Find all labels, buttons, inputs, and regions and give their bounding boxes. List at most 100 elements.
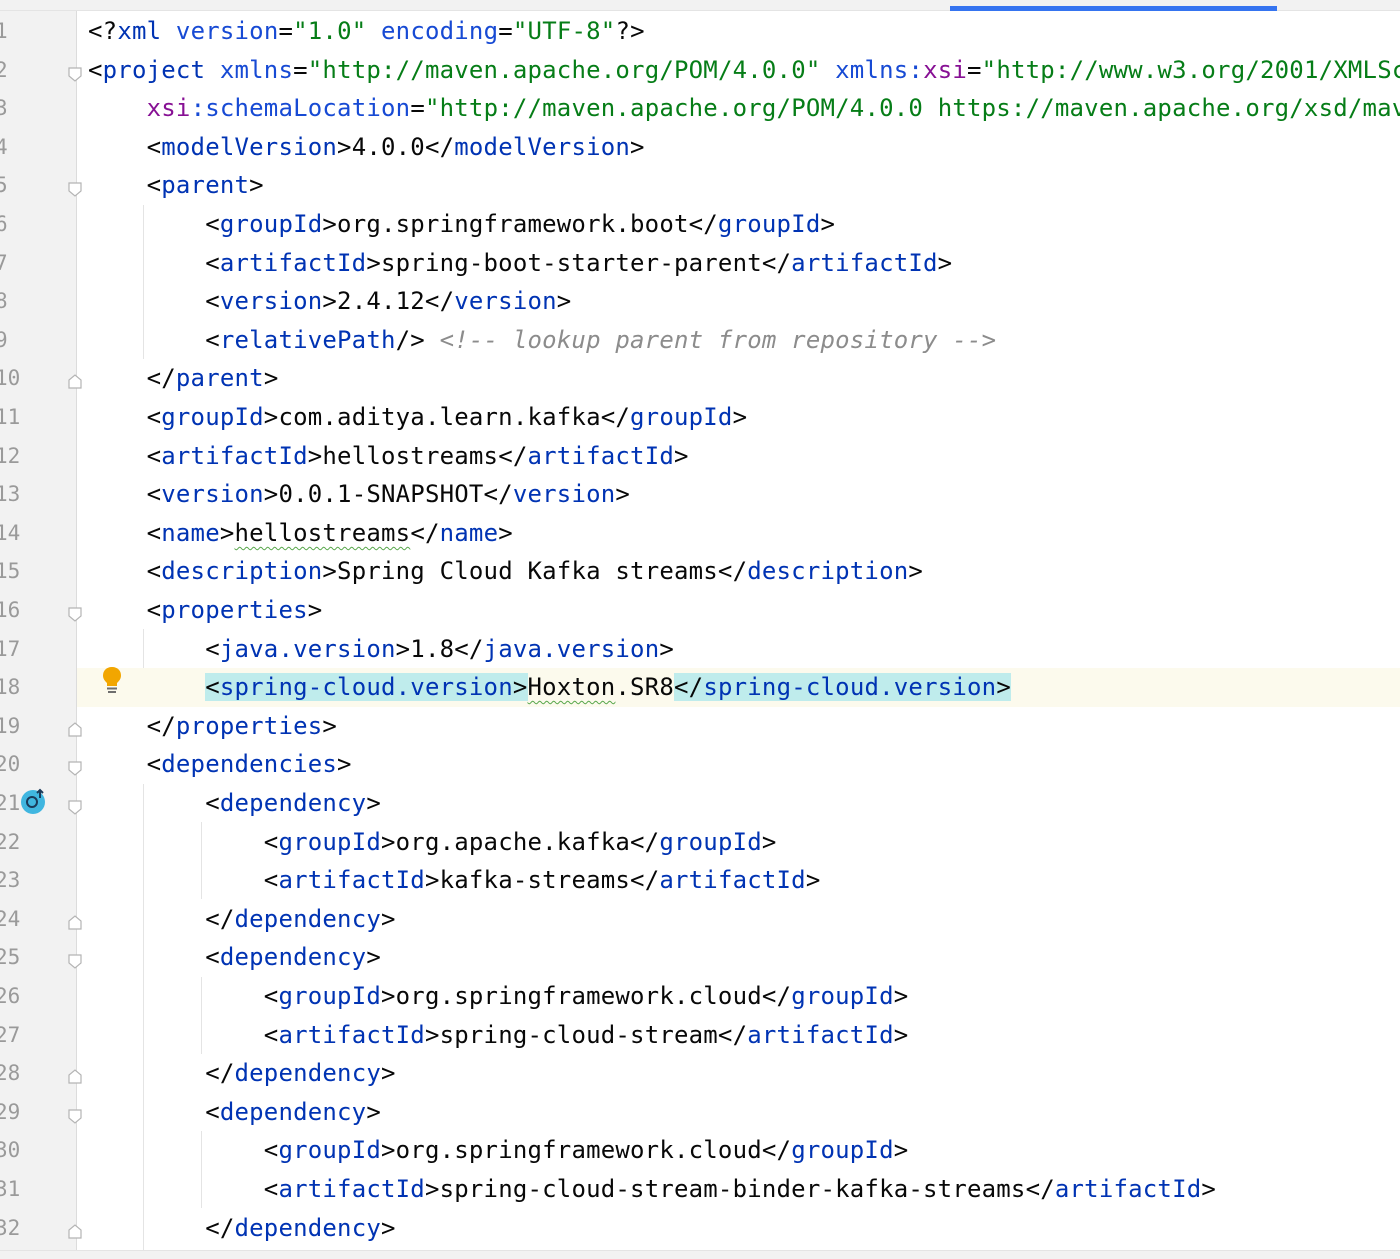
code-text[interactable]: <groupId>com.aditya.learn.kafka</groupId… (88, 398, 747, 437)
fold-end-icon[interactable] (66, 910, 84, 930)
code-line[interactable]: 32 </dependency> (0, 1209, 1400, 1248)
code-text[interactable]: <groupId>org.springframework.cloud</grou… (88, 977, 908, 1016)
code-text[interactable]: <artifactId>kafka-streams</artifactId> (88, 861, 821, 900)
code-line[interactable]: 5 <parent> (0, 166, 1400, 205)
code-text[interactable]: <spring-cloud.version>Hoxton.SR8</spring… (88, 668, 1011, 707)
code-text[interactable]: <artifactId>spring-cloud-stream</artifac… (88, 1016, 908, 1055)
line-number[interactable]: 31 (0, 1170, 20, 1209)
code-text[interactable]: <version>0.0.1-SNAPSHOT</version> (88, 475, 630, 514)
code-text[interactable]: <?xml version="1.0" encoding="UTF-8"?> (88, 12, 645, 51)
code-text[interactable]: <groupId>org.springframework.cloud</grou… (88, 1131, 908, 1170)
code-line[interactable]: 21 <dependency> (0, 784, 1400, 823)
code-text[interactable]: <properties> (88, 591, 323, 630)
fold-end-icon[interactable] (66, 369, 84, 389)
line-number[interactable]: 21 (0, 784, 20, 823)
fold-end-icon[interactable] (66, 1219, 84, 1239)
line-number[interactable]: 13 (0, 475, 20, 514)
code-line[interactable]: 26 <groupId>org.springframework.cloud</g… (0, 977, 1400, 1016)
line-number[interactable]: 28 (0, 1054, 20, 1093)
code-text[interactable]: <description>Spring Cloud Kafka streams<… (88, 552, 923, 591)
code-text[interactable]: <artifactId>hellostreams</artifactId> (88, 437, 689, 476)
code-text[interactable]: </dependency> (88, 1054, 396, 1093)
line-number[interactable]: 9 (0, 321, 15, 360)
code-text[interactable]: <dependency> (88, 784, 381, 823)
code-line[interactable]: 15 <description>Spring Cloud Kafka strea… (0, 552, 1400, 591)
code-text[interactable]: <dependency> (88, 938, 381, 977)
code-line[interactable]: 9 <relativePath/> <!-- lookup parent fro… (0, 321, 1400, 360)
code-text[interactable]: <project xmlns="http://maven.apache.org/… (88, 51, 1400, 90)
xml-code-editor[interactable]: 1 <?xml version="1.0" encoding="UTF-8"?> 2… (0, 0, 1400, 1259)
line-number[interactable]: 17 (0, 630, 20, 669)
code-text[interactable]: </properties> (88, 707, 337, 746)
code-line[interactable]: 3 xsi:schemaLocation="http://maven.apach… (0, 89, 1400, 128)
line-number[interactable]: 22 (0, 823, 20, 862)
code-text[interactable]: <version>2.4.12</version> (88, 282, 571, 321)
code-text[interactable]: <parent> (88, 166, 264, 205)
code-line[interactable]: 8 <version>2.4.12</version> (0, 282, 1400, 321)
line-number[interactable]: 12 (0, 437, 20, 476)
code-line[interactable]: 19 </properties> (0, 707, 1400, 746)
code-line[interactable]: 14 <name>hellostreams</name> (0, 514, 1400, 553)
fold-collapse-icon[interactable] (66, 1103, 84, 1124)
code-text[interactable]: </parent> (88, 359, 279, 398)
code-line[interactable]: 18 <spring-cloud.version>Hoxton.SR8</spr… (0, 668, 1400, 707)
line-number[interactable]: 16 (0, 591, 20, 630)
code-line[interactable]: 25 <dependency> (0, 938, 1400, 977)
code-line[interactable]: 2 <project xmlns="http://maven.apache.org… (0, 51, 1400, 90)
active-tab-indicator[interactable] (950, 6, 1277, 11)
line-number[interactable]: 6 (0, 205, 15, 244)
code-line[interactable]: 13 <version>0.0.1-SNAPSHOT</version> (0, 475, 1400, 514)
code-line[interactable]: 20 <dependencies> (0, 745, 1400, 784)
code-text[interactable]: <name>hellostreams</name> (88, 514, 513, 553)
line-number[interactable]: 4 (0, 128, 15, 167)
code-line[interactable]: 27 <artifactId>spring-cloud-stream</arti… (0, 1016, 1400, 1055)
line-number[interactable]: 2 (0, 51, 15, 90)
line-number[interactable]: 27 (0, 1016, 20, 1055)
code-line[interactable]: 24 </dependency> (0, 900, 1400, 939)
code-text[interactable]: xsi:schemaLocation="http://maven.apache.… (88, 89, 1400, 128)
code-line[interactable]: 31 <artifactId>spring-cloud-stream-binde… (0, 1170, 1400, 1209)
code-line[interactable]: 16 <properties> (0, 591, 1400, 630)
code-line[interactable]: 22 <groupId>org.apache.kafka</groupId> (0, 823, 1400, 862)
code-text[interactable]: <artifactId>spring-cloud-stream-binder-k… (88, 1170, 1216, 1209)
line-number[interactable]: 29 (0, 1093, 20, 1132)
code-line[interactable]: 29 <dependency> (0, 1093, 1400, 1132)
line-number[interactable]: 26 (0, 977, 20, 1016)
code-text[interactable]: <java.version>1.8</java.version> (88, 630, 674, 669)
code-text[interactable]: <modelVersion>4.0.0</modelVersion> (88, 128, 645, 167)
line-number[interactable]: 11 (0, 398, 20, 437)
line-number[interactable]: 5 (0, 166, 15, 205)
line-number[interactable]: 3 (0, 89, 15, 128)
code-line[interactable]: 10 </parent> (0, 359, 1400, 398)
fold-collapse-icon[interactable] (66, 794, 84, 815)
fold-collapse-icon[interactable] (66, 601, 84, 622)
line-number[interactable]: 23 (0, 861, 20, 900)
fold-collapse-icon[interactable] (66, 61, 84, 82)
code-line[interactable]: 30 <groupId>org.springframework.cloud</g… (0, 1131, 1400, 1170)
line-number[interactable]: 24 (0, 900, 20, 939)
fold-collapse-icon[interactable] (66, 755, 84, 777)
code-line[interactable]: 28 </dependency> (0, 1054, 1400, 1093)
line-number[interactable]: 1 (0, 12, 15, 51)
code-text[interactable]: </dependency> (88, 1209, 396, 1248)
line-number[interactable]: 25 (0, 938, 20, 977)
code-line[interactable]: 23 <artifactId>kafka-streams</artifactId… (0, 861, 1400, 900)
code-text[interactable]: </dependency> (88, 900, 396, 939)
line-number[interactable]: 14 (0, 514, 20, 553)
line-number[interactable]: 10 (0, 359, 20, 398)
fold-end-icon[interactable] (66, 1064, 84, 1084)
code-text[interactable]: <relativePath/> <!-- lookup parent from … (88, 321, 996, 360)
code-text[interactable]: <groupId>org.apache.kafka</groupId> (88, 823, 777, 862)
line-number[interactable]: 8 (0, 282, 15, 321)
code-line[interactable]: 17 <java.version>1.8</java.version> (0, 630, 1400, 669)
code-line[interactable]: 4 <modelVersion>4.0.0</modelVersion> (0, 128, 1400, 167)
line-number[interactable]: 18 (0, 668, 20, 707)
line-number[interactable]: 15 (0, 552, 20, 591)
line-number[interactable]: 32 (0, 1209, 20, 1248)
code-text[interactable]: <artifactId>spring-boot-starter-parent</… (88, 244, 952, 283)
code-line[interactable]: 6 <groupId>org.springframework.boot</gro… (0, 205, 1400, 244)
fold-collapse-icon[interactable] (66, 948, 84, 970)
line-number[interactable]: 7 (0, 244, 15, 283)
code-text[interactable]: <groupId>org.springframework.boot</group… (88, 205, 835, 244)
fold-collapse-icon[interactable] (66, 176, 84, 198)
